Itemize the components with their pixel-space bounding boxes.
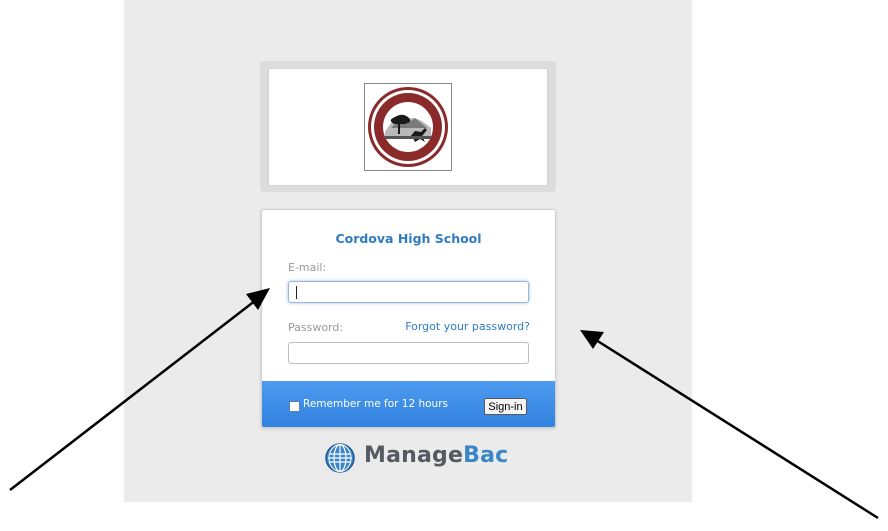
arrow-head-right xyxy=(580,330,604,349)
arrow-head-left xyxy=(246,288,270,310)
annotation-arrow-left xyxy=(9,299,257,491)
annotation-arrow-right xyxy=(595,338,879,520)
annotation-arrows xyxy=(9,288,879,520)
